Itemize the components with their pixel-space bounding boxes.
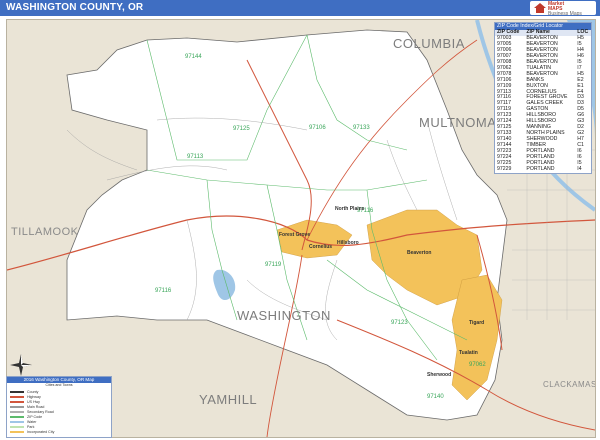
zip-label: 97123	[391, 320, 408, 326]
legend-swatch	[10, 421, 24, 423]
zip-table-cell-name: PORTLAND	[526, 165, 555, 172]
zip-label: 97119	[265, 262, 282, 268]
legend-swatch	[10, 401, 24, 403]
compass-rose-icon	[10, 354, 32, 376]
legend-row: ZIP Code	[10, 415, 42, 419]
legend-row: US Hwy	[10, 400, 40, 404]
road-8	[66, 129, 138, 171]
city-label: Hillsboro	[337, 240, 359, 246]
legend-row: Secondary Road	[10, 410, 54, 414]
legend-label: ZIP Code	[27, 415, 43, 419]
legend-label: Secondary Road	[27, 410, 54, 414]
legend-row: Park	[10, 425, 34, 429]
zip-label: 97113	[187, 154, 204, 160]
legend-swatch	[10, 411, 24, 413]
legend-row: Main Road	[10, 405, 44, 409]
city-label: Sherwood	[427, 372, 452, 378]
legend-label: County	[27, 390, 39, 394]
zip-code-index-table: ZIP Code Index/Grid Locator ZIP Code ZIP…	[494, 22, 592, 174]
brand-house-icon	[534, 3, 546, 13]
legend-row: Highway	[10, 395, 41, 399]
region-label-washington: WASHINGTON	[237, 308, 331, 323]
legend-swatch	[10, 431, 24, 433]
title-bar: WASHINGTON COUNTY, OR	[0, 0, 600, 16]
region-label-tillamook: TILLAMOOK	[11, 226, 79, 238]
zip-label: 97116	[155, 288, 172, 294]
region-label-clackamas: CLACKAMAS	[543, 380, 596, 389]
legend-label: US Hwy	[27, 400, 40, 404]
city-label: North Plains	[335, 206, 365, 212]
zip-table-cell-zip: 97229	[497, 165, 512, 172]
zip-table-cell-loc: I4	[577, 165, 582, 172]
legend-swatch	[10, 406, 24, 408]
legend-row: Water	[10, 420, 36, 424]
legend-label: Highway	[27, 395, 41, 399]
legend-swatch	[10, 416, 24, 418]
region-label-columbia: COLUMBIA	[393, 36, 465, 51]
zip-label: 97125	[233, 126, 250, 132]
zip-table-row: 97229 PORTLAND I4	[495, 165, 591, 173]
legend-label: Park	[27, 425, 35, 429]
legend-row: County	[10, 390, 38, 394]
map-title: WASHINGTON COUNTY, OR	[6, 2, 144, 13]
zip-label: 97062	[469, 362, 486, 368]
city-label: Tigard	[469, 320, 485, 326]
legend-swatch	[10, 426, 24, 428]
legend-row: Incorporated City	[10, 430, 54, 434]
city-label: Cornelius	[309, 244, 333, 250]
zip-label: 97140	[427, 394, 444, 400]
legend-swatch	[10, 391, 24, 393]
legend-label: Main Road	[27, 405, 45, 409]
region-label-yamhill: YAMHILL	[199, 392, 258, 407]
map-legend: 2016 Washington County, OR Map Cities an…	[6, 376, 112, 438]
legend-subtitle: Cities and Towns	[45, 383, 73, 387]
city-label: Tualatin	[459, 350, 478, 356]
zip-table-rows: 97003 BEAVERTON H5 97005 BEAVERTON I5 97006 BEA…	[495, 35, 591, 173]
zip-label: 97144	[185, 54, 202, 60]
legend-swatch	[10, 396, 24, 398]
city-label: Beaverton	[407, 250, 432, 256]
brand-text: Market MAPS Business Maps	[548, 1, 582, 17]
zip-label: 97133	[353, 125, 370, 131]
legend-label: Incorporated City	[27, 430, 55, 434]
city-label: Forest Grove	[279, 232, 311, 238]
map-page: WASHINGTON COUNTY, OR Market MAPS Busine…	[0, 0, 600, 440]
legend-label: Water	[27, 420, 37, 424]
zip-label: 97106	[309, 125, 326, 131]
